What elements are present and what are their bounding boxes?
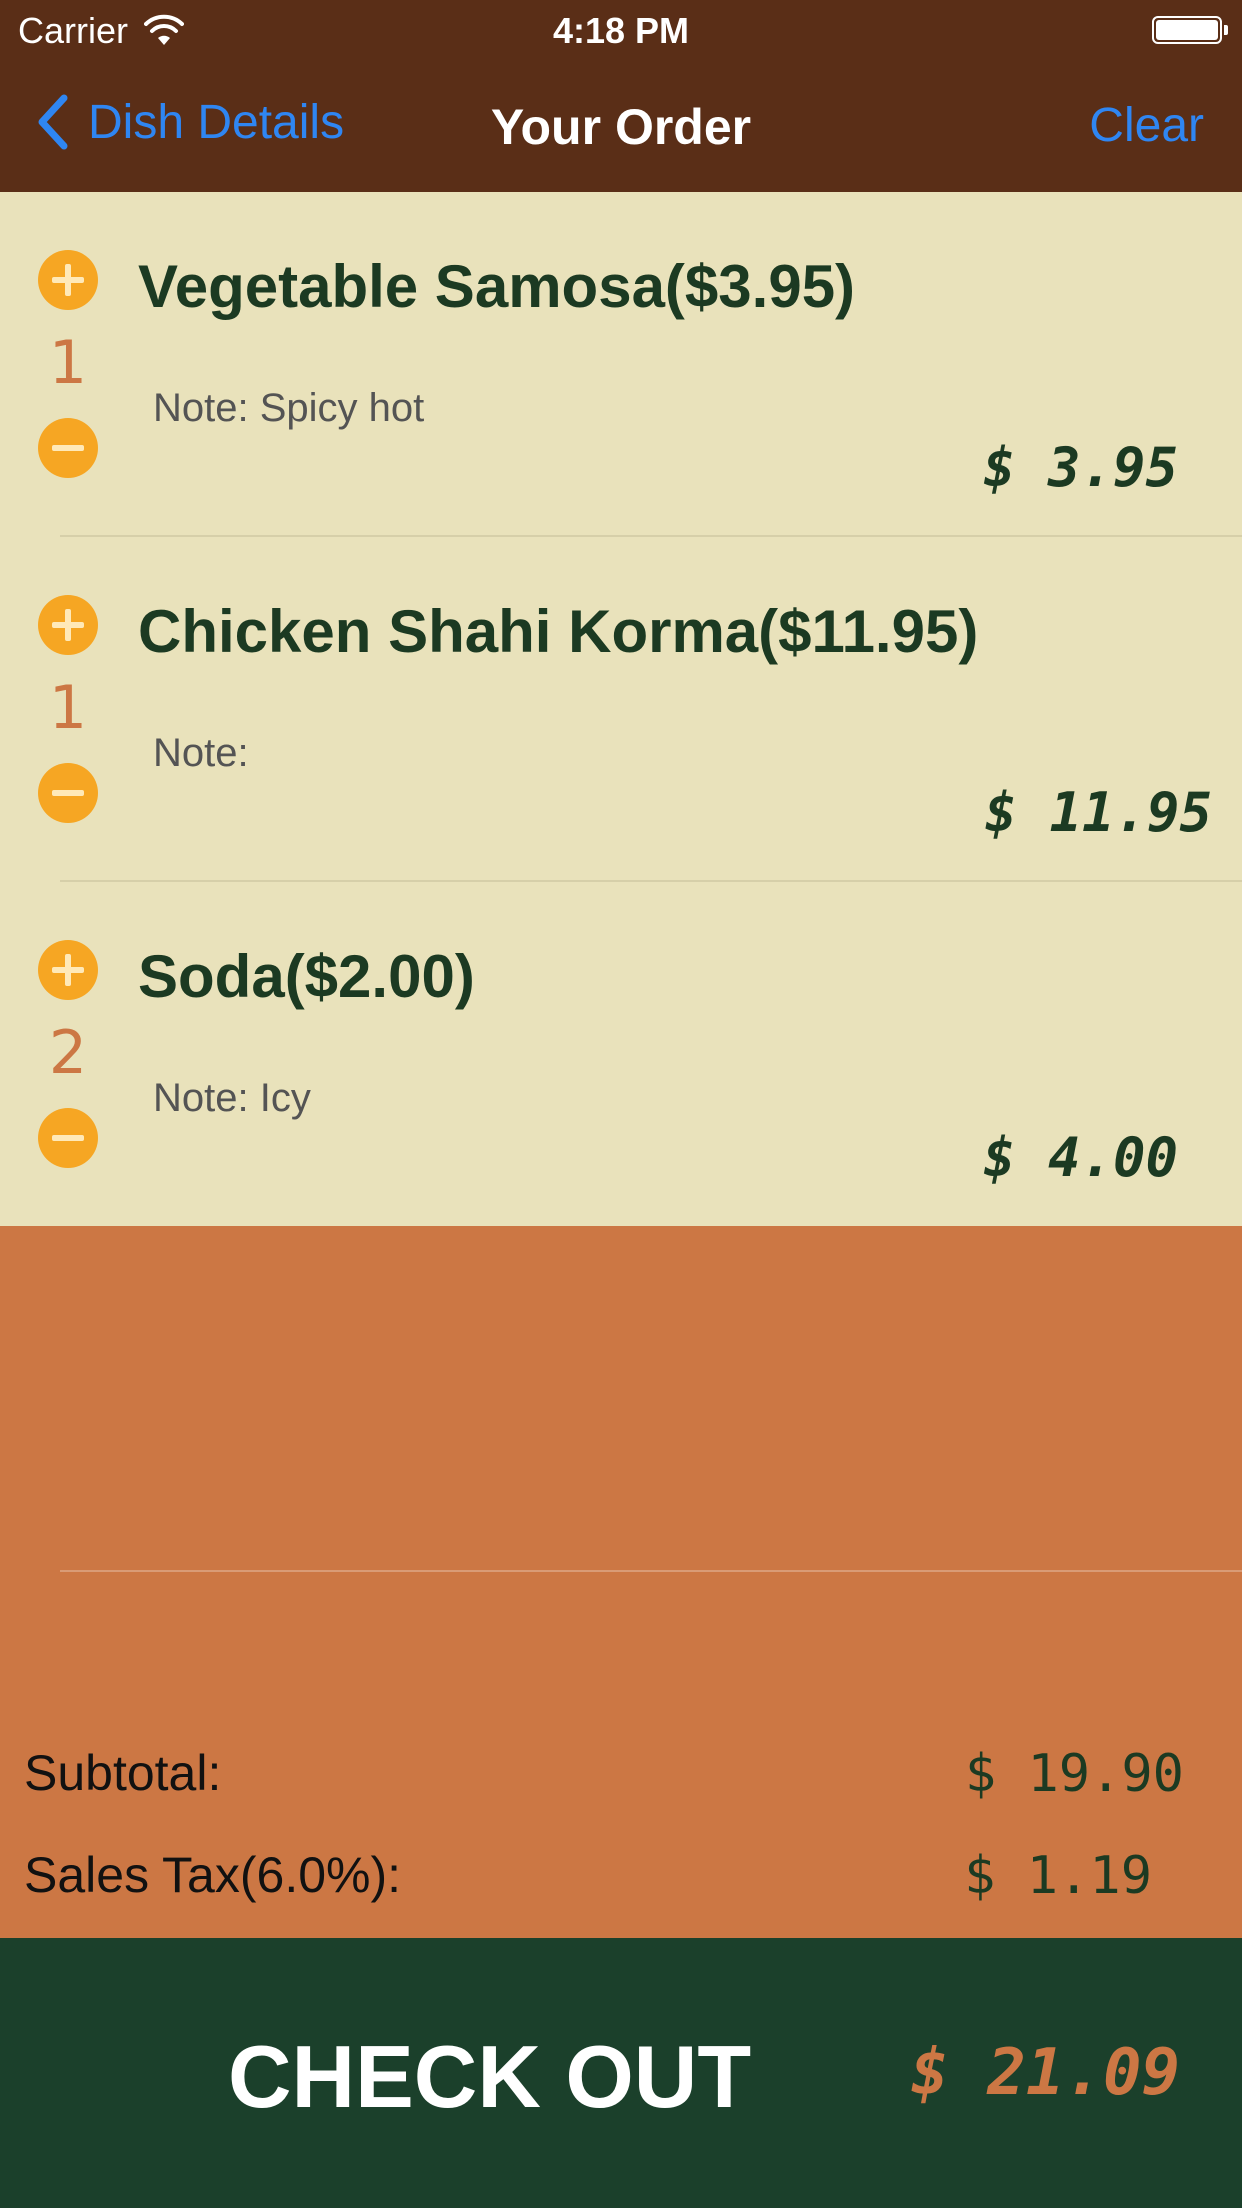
dish-note[interactable]: Note: [153,731,249,776]
battery-icon [1152,16,1228,44]
line-total: $ 3.95 [982,436,1178,499]
dish-name: Chicken Shahi Korma($11.95) [138,598,979,665]
dish-note[interactable]: Note: Spicy hot [153,386,424,431]
clear-button[interactable]: Clear [1089,98,1204,153]
subtotal-value: $ 19.90 [964,1744,1184,1804]
line-total: $ 11.95 [984,781,1212,844]
plus-circle-icon[interactable] [38,595,98,655]
minus-circle-icon[interactable] [38,763,98,823]
quantity-value: 1 [48,673,88,743]
minus-circle-icon[interactable] [38,418,98,478]
order-item: 1 Vegetable Samosa($3.95) Note: Spicy ho… [0,192,1242,537]
plus-circle-icon[interactable] [38,250,98,310]
subtotal-label: Subtotal: [24,1745,222,1801]
order-item: 1 Chicken Shahi Korma($11.95) Note: $ 11… [0,537,1242,882]
line-total: $ 4.00 [982,1126,1178,1189]
checkout-total: $ 21.09 [910,2036,1180,2110]
dish-note[interactable]: Note: Icy [153,1076,311,1121]
page-title: Your Order [490,99,752,155]
plus-circle-icon[interactable] [38,940,98,1000]
sales-tax-value: $ 1.19 [964,1846,1152,1906]
empty-row-divider [60,1570,1242,1572]
dish-name: Vegetable Samosa($3.95) [138,253,856,320]
order-item: 2 Soda($2.00) Note: Icy $ 4.00 [0,882,1242,1227]
quantity-value: 1 [48,328,88,398]
checkout-label: CHECK OUT [228,2027,752,2126]
checkout-button[interactable]: CHECK OUT $ 21.09 [0,1938,1242,2208]
dish-name: Soda($2.00) [138,943,475,1010]
status-bar: Carrier 4:18 PM [0,0,1242,60]
minus-circle-icon[interactable] [38,1108,98,1168]
status-time: 4:18 PM [552,10,690,51]
sales-tax-label: Sales Tax(6.0%): [24,1847,402,1903]
quantity-value: 2 [48,1018,88,1088]
order-list: 1 Vegetable Samosa($3.95) Note: Spicy ho… [0,192,1242,1226]
navigation-bar: Dish Details Your Order Clear [0,60,1242,192]
